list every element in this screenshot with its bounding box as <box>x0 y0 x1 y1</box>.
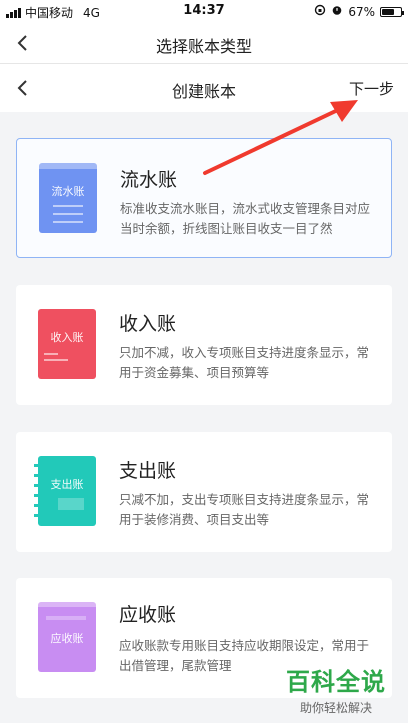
page-title: 选择账本类型 <box>155 37 252 56</box>
ledger-card-income[interactable]: 收入账 收入账 只加不减，收入专项账目支持进度条显示，常用于资金募集、项目预算等 <box>16 285 392 405</box>
book-icon-flow: 流水账 <box>39 163 97 233</box>
ledger-description: 只减不加，支出专项账目支持进度条显示，常用于装修消费、项目支出等 <box>119 492 370 527</box>
book-label: 收入账 <box>50 331 84 344</box>
ledger-name: 应收账 <box>119 604 177 626</box>
ledger-name: 支出账 <box>119 460 177 482</box>
next-step-button[interactable]: 下一步 <box>349 78 394 99</box>
watermark-title: 百科全说 <box>286 668 386 696</box>
create-ledger-title: 创建账本 <box>171 82 236 101</box>
ledger-description: 只加不减，收入专项账目支持进度条显示，常用于资金募集、项目预算等 <box>119 345 370 380</box>
status-bar: 中国移动 4G 14:37 67% <box>0 0 408 22</box>
top-nav-bar: 选择账本类型 <box>0 22 408 64</box>
book-icon-expense: 支出账 <box>34 456 96 526</box>
battery-icon <box>380 6 404 17</box>
create-ledger-bar: 创建账本 下一步 <box>0 64 408 112</box>
status-right: 67% <box>314 4 404 19</box>
book-label: 流水账 <box>51 185 85 198</box>
book-icon-income: 收入账 <box>38 309 96 379</box>
ledger-name: 收入账 <box>119 313 177 335</box>
ledger-card-expense[interactable]: 支出账 支出账 只减不加，支出专项账目支持进度条显示，常用于装修消费、项目支出等 <box>16 432 392 552</box>
watermark-subtitle: 助你轻松解决 <box>299 701 372 715</box>
rotation-lock-icon <box>314 4 326 19</box>
ledger-name: 流水账 <box>120 169 178 191</box>
book-label: 应收账 <box>50 632 84 645</box>
watermark: 百科全说 助你轻松解决 <box>280 662 392 716</box>
battery-percent: 67% <box>348 4 375 19</box>
alarm-icon <box>331 4 343 19</box>
ledger-description: 标准收支流水账目，流水式收支管理条目对应当时余额，折线图让账目收支一目了然 <box>120 201 371 236</box>
book-icon-receivable: 应收账 <box>38 602 96 672</box>
ledger-card-flow[interactable]: 流水账 流水账 标准收支流水账目，流水式收支管理条目对应当时余额，折线图让账目收… <box>16 138 392 258</box>
book-label: 支出账 <box>50 478 84 491</box>
